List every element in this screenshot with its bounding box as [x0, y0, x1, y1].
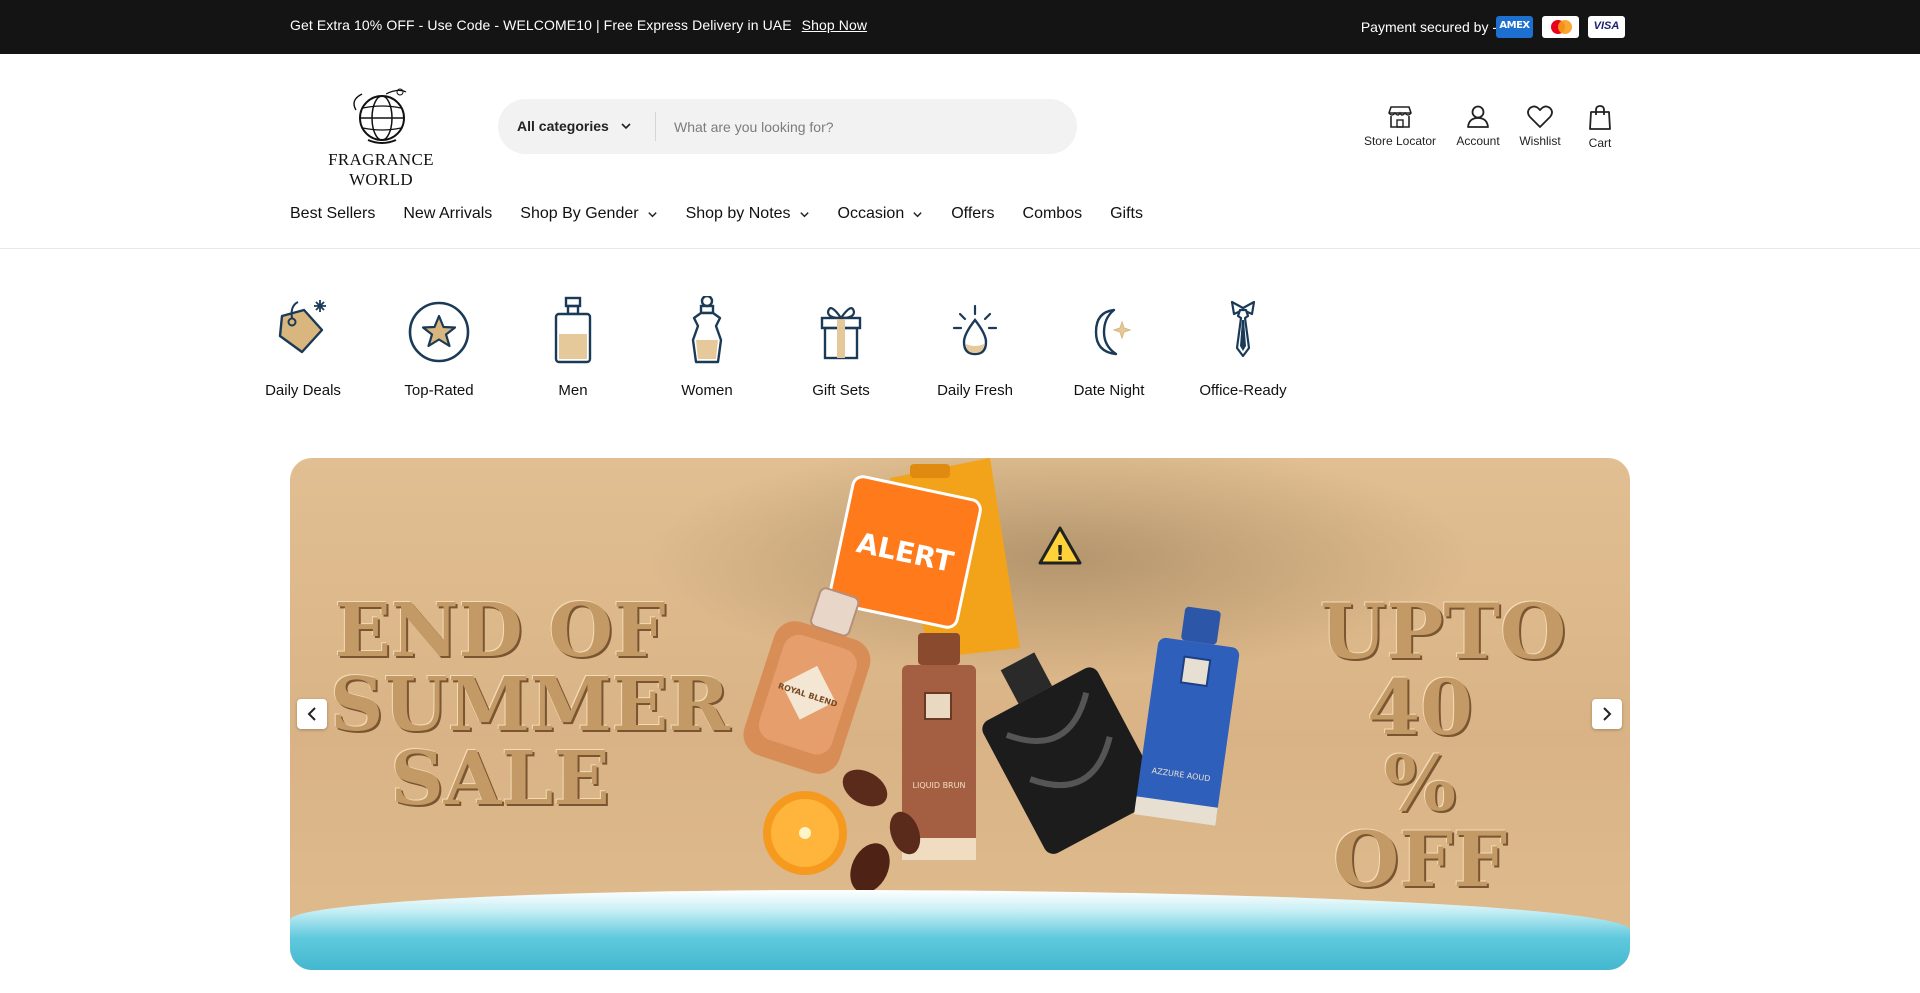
price-tag-icon	[278, 300, 326, 354]
cart-button[interactable]: Cart	[1576, 104, 1624, 150]
women-perfume-bottle-icon	[691, 296, 723, 364]
category-label: Daily Fresh	[937, 382, 1013, 399]
category-date-night[interactable]: Date Night	[1054, 296, 1164, 399]
cart-label: Cart	[1588, 136, 1612, 150]
category-top-rated[interactable]: Top-Rated	[384, 296, 494, 399]
nav-offers[interactable]: Offers	[951, 203, 994, 225]
header-divider	[0, 248, 1920, 249]
nav-best-sellers[interactable]: Best Sellers	[290, 203, 375, 225]
category-select[interactable]: All categories	[517, 118, 609, 134]
account-button[interactable]: Account	[1450, 104, 1506, 148]
carousel-next-button[interactable]	[1592, 699, 1622, 729]
nav-gifts[interactable]: Gifts	[1110, 203, 1143, 225]
store-icon	[1388, 106, 1412, 128]
user-icon	[1467, 105, 1489, 128]
category-label: Office-Ready	[1199, 382, 1287, 399]
category-women[interactable]: Women	[652, 296, 762, 399]
search-bar: All categories	[498, 99, 1077, 154]
category-label: Men	[558, 382, 588, 399]
chevron-down-icon	[913, 211, 922, 217]
promo-message: Get Extra 10% OFF - Use Code - WELCOME10…	[290, 17, 867, 33]
search-input[interactable]	[674, 110, 1054, 143]
nav-shop-by-gender[interactable]: Shop By Gender	[520, 203, 657, 225]
chevron-down-icon[interactable]	[620, 120, 632, 132]
category-daily-fresh[interactable]: Daily Fresh	[920, 296, 1030, 399]
main-nav: Best Sellers New Arrivals Shop By Gender…	[290, 203, 1171, 225]
svg-text:!: !	[1055, 541, 1064, 565]
promo-text: Get Extra 10% OFF - Use Code - WELCOME10…	[290, 17, 792, 33]
globe-logo-icon	[353, 88, 407, 144]
chevron-down-icon	[647, 211, 657, 217]
visa-card-icon: VISA	[1588, 16, 1625, 38]
category-label: Date Night	[1073, 382, 1145, 399]
svg-text:LIQUID BRUN: LIQUID BRUN	[913, 781, 966, 790]
payment-secured-label: Payment secured by -	[1360, 19, 1497, 35]
category-men[interactable]: Men	[518, 296, 628, 399]
shopping-bag-icon	[1589, 105, 1611, 130]
nav-combos[interactable]: Combos	[1023, 203, 1083, 225]
wishlist-button[interactable]: Wishlist	[1514, 104, 1566, 148]
category-label: Women	[681, 382, 733, 399]
mastercard-card-icon	[1542, 16, 1579, 38]
category-label: Gift Sets	[812, 382, 870, 399]
logo-wordmark: FRAGRANCE WORLD	[328, 150, 434, 189]
payment-cards: AMEX VISA	[1496, 16, 1625, 38]
hero-banner[interactable]: END OF SUMMER SALE UPTO 40 % OFF ALERT !…	[290, 458, 1630, 970]
fresh-drop-icon	[952, 304, 998, 356]
account-label: Account	[1456, 134, 1500, 148]
moon-icon	[1094, 308, 1132, 356]
category-gift-sets[interactable]: Gift Sets	[786, 296, 896, 399]
category-office-ready[interactable]: Office-Ready	[1188, 296, 1298, 399]
store-locator-button[interactable]: Store Locator	[1358, 104, 1442, 148]
tie-icon	[1230, 300, 1256, 358]
store-locator-label: Store Locator	[1363, 134, 1437, 148]
category-label: Daily Deals	[265, 382, 341, 399]
shop-now-link[interactable]: Shop Now	[802, 17, 867, 33]
announcement-bar: Get Extra 10% OFF - Use Code - WELCOME10…	[0, 0, 1920, 54]
carousel-prev-button[interactable]	[297, 699, 327, 729]
wishlist-label: Wishlist	[1519, 134, 1561, 148]
gift-box-icon	[820, 307, 862, 360]
category-label: Top-Rated	[404, 382, 474, 399]
category-daily-deals[interactable]: Daily Deals	[248, 296, 358, 399]
heart-icon	[1527, 105, 1553, 128]
chevron-down-icon	[799, 211, 809, 217]
amex-card-icon: AMEX	[1496, 16, 1533, 38]
logo[interactable]: FRAGRANCE WORLD	[296, 86, 466, 189]
chevron-left-icon	[307, 707, 316, 721]
search-divider	[655, 112, 656, 141]
chevron-right-icon	[1603, 707, 1612, 721]
nav-shop-by-notes[interactable]: Shop by Notes	[686, 203, 810, 225]
nav-new-arrivals[interactable]: New Arrivals	[403, 203, 492, 225]
men-perfume-bottle-icon	[554, 296, 592, 364]
nav-occasion[interactable]: Occasion	[838, 203, 924, 225]
star-icon	[408, 301, 470, 363]
